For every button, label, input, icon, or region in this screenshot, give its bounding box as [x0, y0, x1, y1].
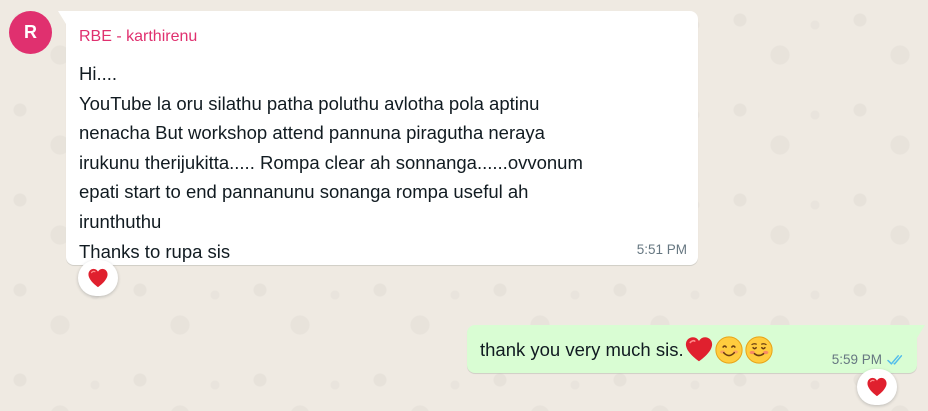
message-line: nenacha But workshop attend pannuna pira…	[79, 122, 545, 144]
double-check-read-icon	[887, 354, 903, 365]
message-text: thank you very much sis.	[480, 335, 774, 365]
message-reaction[interactable]	[78, 260, 118, 296]
avatar[interactable]: R	[9, 11, 52, 54]
red-heart-icon	[867, 377, 887, 397]
message-line: YouTube la oru silathu patha poluthu avl…	[79, 92, 540, 114]
outgoing-message-bubble[interactable]: thank you very much sis. 5:59 PM	[467, 325, 925, 373]
message-line: epati start to end pannanunu sonanga rom…	[79, 181, 529, 203]
message-line: Hi....	[79, 63, 118, 84]
message-line: irukunu therijukitta..... Rompa clear ah…	[79, 151, 583, 173]
message-text: Hi.... YouTube la oru silathu patha polu…	[79, 59, 669, 266]
message-timestamp: 5:51 PM	[636, 242, 687, 257]
message-line: irunthuthu	[79, 210, 162, 232]
message-reaction[interactable]	[857, 369, 897, 405]
smiling-blush-face-icon	[744, 336, 773, 364]
message-timestamp: 5:59 PM	[831, 352, 882, 367]
message-meta: 5:59 PM	[832, 352, 906, 367]
avatar-initial: R	[24, 22, 37, 42]
smiling-face-icon	[714, 336, 743, 364]
red-heart-icon	[685, 337, 712, 362]
message-line: Thanks to rupa sis	[79, 240, 231, 262]
sender-name[interactable]: RBE - karthirenu	[79, 28, 197, 46]
incoming-message-bubble[interactable]: RBE - karthirenu Hi.... YouTube la oru s…	[58, 11, 698, 266]
outgoing-message-text: thank you very much sis.	[480, 339, 684, 360]
red-heart-icon	[88, 268, 108, 288]
